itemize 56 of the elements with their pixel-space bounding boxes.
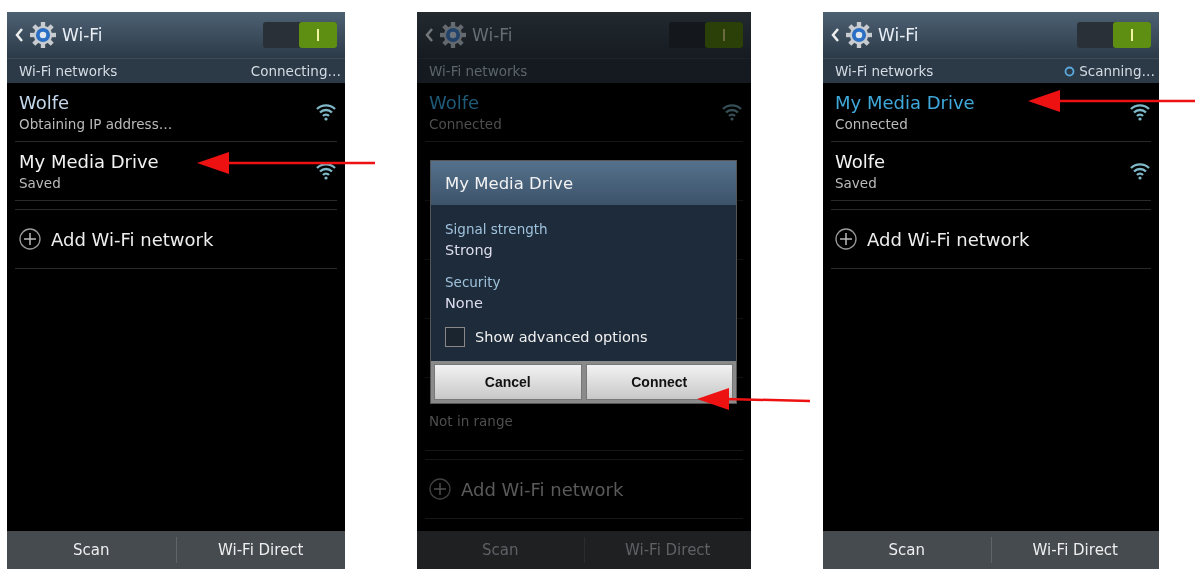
network-status: Saved xyxy=(835,175,877,191)
bottom-button[interactable]: Wi-Fi Direct xyxy=(991,531,1159,569)
checkbox[interactable] xyxy=(445,327,465,347)
dialog-button[interactable]: Cancel xyxy=(434,364,582,400)
add-network-label: Add Wi-Fi network xyxy=(867,228,1030,250)
add-network-label: Add Wi-Fi network xyxy=(461,478,624,500)
dialog-button[interactable]: Connect xyxy=(585,364,733,400)
screen-title: Wi-Fi xyxy=(472,25,514,45)
plus-circle-icon xyxy=(835,228,857,250)
back-icon[interactable] xyxy=(15,28,24,42)
network-status: Not in range xyxy=(429,413,513,429)
network-item[interactable]: Wolfe Obtaining IP address… xyxy=(15,83,337,142)
checkbox-label: Show advanced options xyxy=(475,329,648,345)
gear-icon xyxy=(846,22,872,48)
network-status: Obtaining IP address… xyxy=(19,116,173,132)
status-text: Scanning… xyxy=(1079,63,1155,79)
bottom-button[interactable]: Scan xyxy=(7,531,176,569)
field-value: None xyxy=(445,295,484,311)
network-status: Saved xyxy=(19,175,61,191)
add-network-item[interactable]: Add Wi-Fi network xyxy=(831,209,1151,269)
field-label: Security xyxy=(445,274,502,290)
back-icon[interactable] xyxy=(831,28,840,42)
network-status: Connected xyxy=(835,116,908,132)
network-name: Wolfe xyxy=(19,92,70,113)
dialog-title: My Media Drive xyxy=(431,161,736,205)
screen-title: Wi-Fi xyxy=(62,25,104,45)
wifi-toggle[interactable] xyxy=(669,22,743,48)
section-label: Wi-Fi networks xyxy=(429,63,529,79)
network-name: My Media Drive xyxy=(835,92,975,113)
add-network-label: Add Wi-Fi network xyxy=(51,228,214,250)
wifi-signal-icon xyxy=(1129,103,1151,121)
network-status: Connected xyxy=(429,116,502,132)
plus-circle-icon xyxy=(19,228,41,250)
back-icon[interactable] xyxy=(425,28,434,42)
plus-circle-icon xyxy=(429,478,451,500)
wifi-signal-icon xyxy=(721,103,743,121)
network-name: Wolfe xyxy=(835,151,886,172)
wifi-signal-icon xyxy=(315,162,337,180)
wifi-signal-icon xyxy=(1129,162,1151,180)
section-label: Wi-Fi networks xyxy=(19,63,119,79)
add-network-item[interactable]: Add Wi-Fi network xyxy=(15,209,337,269)
network-item[interactable]: Wolfe Saved xyxy=(831,142,1151,201)
gear-icon xyxy=(440,22,466,48)
bottom-button[interactable]: Scan xyxy=(823,531,991,569)
field-value: Strong xyxy=(445,242,494,258)
gear-icon xyxy=(30,22,56,48)
bottom-button[interactable]: Wi-Fi Direct xyxy=(176,531,345,569)
wifi-toggle[interactable] xyxy=(1077,22,1151,48)
section-label: Wi-Fi networks xyxy=(835,63,935,79)
status-text: Connecting… xyxy=(250,63,341,79)
network-name: My Media Drive xyxy=(19,151,159,172)
screen-title: Wi-Fi xyxy=(878,25,920,45)
wifi-toggle[interactable] xyxy=(263,22,337,48)
network-name: Wolfe xyxy=(429,92,480,113)
field-label: Signal strength xyxy=(445,221,549,237)
wifi-signal-icon xyxy=(315,103,337,121)
